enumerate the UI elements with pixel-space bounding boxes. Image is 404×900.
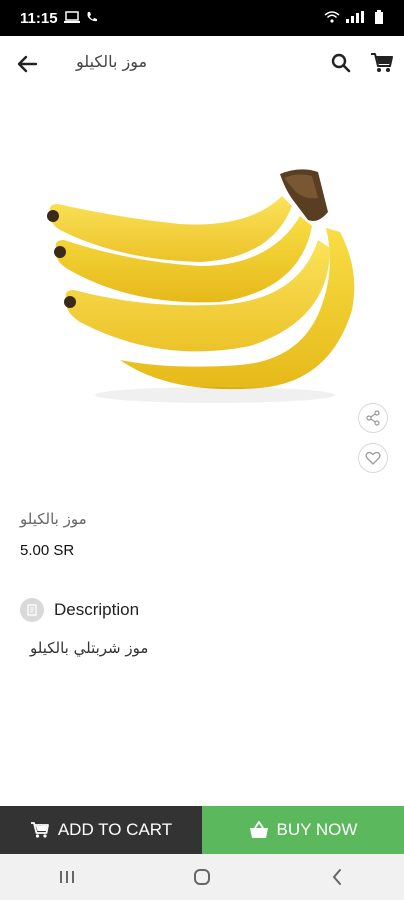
- signal-icon: [346, 10, 368, 26]
- product-image: [0, 120, 404, 450]
- home-icon: [193, 869, 210, 885]
- add-to-cart-button[interactable]: ADD TO CART: [0, 806, 202, 854]
- recent-apps-button[interactable]: [47, 862, 87, 892]
- laptop-icon: [63, 10, 80, 27]
- chevron-left-icon: [332, 869, 341, 885]
- system-nav-bar: [0, 854, 404, 900]
- page-title: موز بالكيلو: [76, 52, 148, 71]
- wifi-icon: [324, 10, 340, 26]
- share-button[interactable]: [358, 403, 388, 433]
- battery-icon: [374, 9, 384, 27]
- cart-icon: [30, 822, 49, 838]
- status-time: 11:15: [20, 9, 58, 27]
- back-button[interactable]: [14, 50, 42, 78]
- home-button[interactable]: [182, 862, 222, 892]
- heart-icon: [365, 451, 381, 465]
- product-name: موز بالكيلو: [20, 510, 87, 528]
- status-left: 11:15: [20, 10, 98, 27]
- buy-now-label: BUY NOW: [276, 820, 358, 839]
- search-icon: [331, 53, 351, 73]
- arrow-left-icon: [17, 55, 38, 73]
- share-icon: [366, 410, 380, 426]
- basket-icon: [249, 821, 268, 838]
- add-to-cart-label: ADD TO CART: [57, 820, 173, 839]
- cart-icon: [371, 53, 393, 72]
- favorite-button[interactable]: [358, 443, 388, 473]
- search-button[interactable]: [330, 52, 352, 74]
- product-price: 5.00 SR: [20, 542, 75, 559]
- phone-icon: [86, 10, 98, 27]
- cart-button[interactable]: [370, 52, 394, 74]
- status-bar: 11:15: [0, 0, 404, 36]
- status-right: [324, 9, 384, 27]
- app-bar: موز بالكيلو: [0, 36, 404, 92]
- description-heading: Description: [54, 600, 140, 619]
- bottom-action-bar: ADD TO CART BUY NOW: [0, 806, 404, 854]
- recents-icon: [60, 871, 75, 883]
- back-nav-button[interactable]: [317, 862, 357, 892]
- description-icon: [20, 598, 44, 622]
- buy-now-button[interactable]: BUY NOW: [202, 806, 404, 854]
- banana-image: [47, 169, 355, 403]
- description-text: موز شربتلي بالكيلو: [30, 639, 149, 657]
